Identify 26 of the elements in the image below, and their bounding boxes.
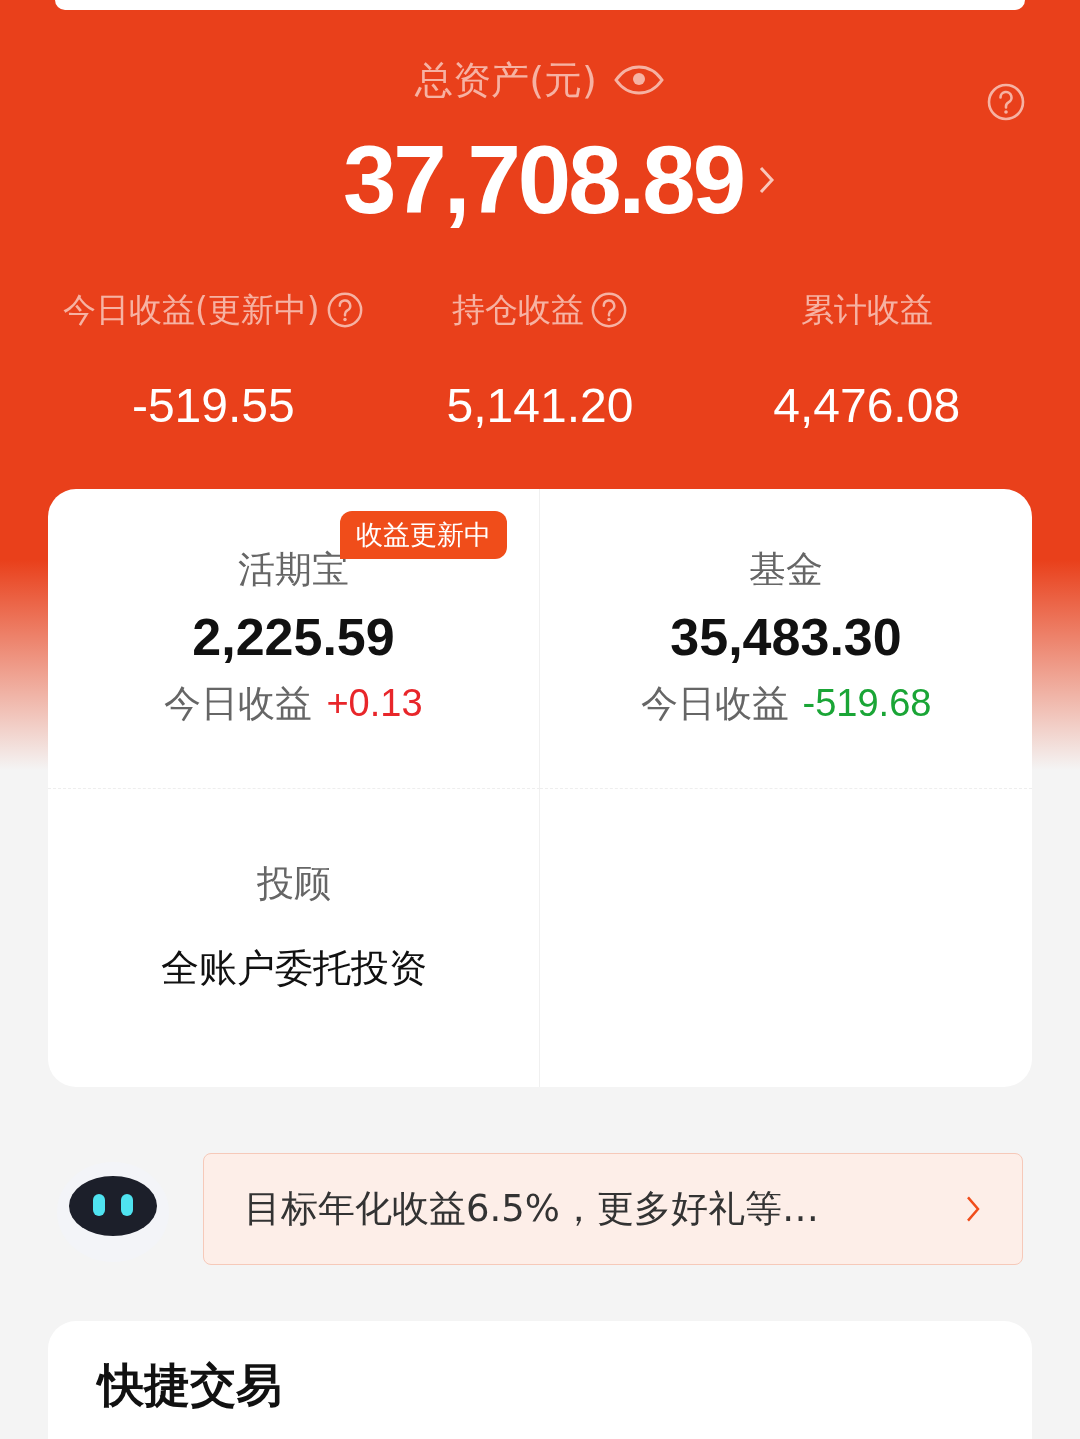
stat-value: 4,476.08: [773, 378, 961, 433]
status-badge: 收益更新中: [340, 511, 507, 559]
stat-label: 持仓收益: [452, 288, 584, 331]
total-assets-label: 总资产(元): [415, 56, 597, 104]
help-icon[interactable]: [590, 291, 628, 329]
promo-text: 目标年化收益6.5%，更多好礼等…: [244, 1186, 819, 1232]
asset-name[interactable]: 投顾: [256, 859, 331, 909]
chevron-right-icon[interactable]: [964, 1194, 982, 1224]
eye-icon[interactable]: [612, 64, 665, 96]
help-icon[interactable]: [325, 291, 364, 329]
today-change: -519.68: [802, 682, 932, 725]
asset-amount: 35,483.30: [670, 607, 902, 667]
stat-label: 累计收益: [800, 288, 933, 331]
promo-banner[interactable]: 目标年化收益6.5%，更多好礼等…: [203, 1153, 1023, 1265]
stat-value: 5,141.20: [446, 378, 634, 433]
today-label: 今日收益: [164, 681, 313, 727]
asset-amount: 2,225.59: [192, 607, 395, 667]
section-title: 快捷交易: [98, 1358, 282, 1412]
asset-name[interactable]: 基金: [749, 545, 823, 595]
help-icon[interactable]: [986, 82, 1026, 122]
stat-value: -519.55: [131, 378, 295, 433]
today-change: +0.13: [326, 682, 423, 725]
advisor-subtitle: 全账户委托投资: [160, 945, 427, 992]
total-assets-value[interactable]: 37,708.89: [342, 125, 744, 235]
stat-label: 今日收益(更新中): [62, 288, 320, 331]
today-label: 今日收益: [640, 681, 789, 727]
